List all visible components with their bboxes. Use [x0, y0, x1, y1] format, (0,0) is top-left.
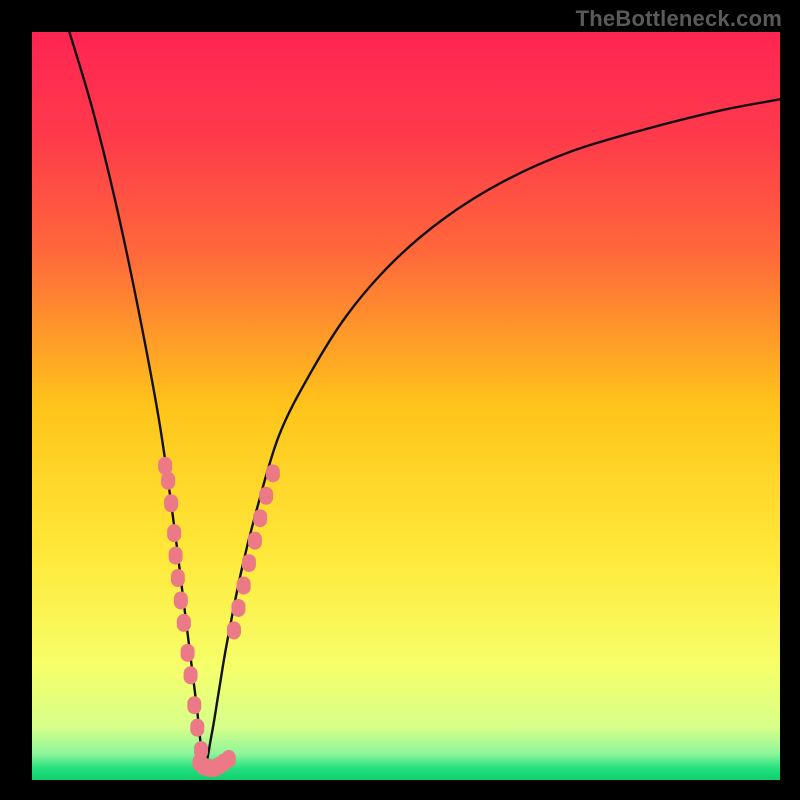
data-point — [181, 644, 195, 662]
data-point — [266, 464, 280, 482]
data-point — [167, 524, 181, 542]
data-point — [253, 509, 267, 527]
data-point — [237, 577, 251, 595]
data-point — [174, 591, 188, 609]
data-point — [171, 569, 185, 587]
data-point — [177, 614, 191, 632]
data-point — [231, 599, 245, 617]
chart-svg — [32, 32, 780, 780]
bottleneck-curve — [69, 32, 780, 766]
data-point — [164, 494, 178, 512]
watermark-text: TheBottleneck.com — [576, 6, 782, 32]
chart-frame: TheBottleneck.com — [0, 0, 800, 800]
data-point — [259, 487, 273, 505]
plot-area — [32, 32, 780, 780]
data-point — [169, 547, 183, 565]
data-point — [184, 666, 198, 684]
data-point — [190, 719, 204, 737]
data-point — [187, 696, 201, 714]
data-point — [242, 554, 256, 572]
data-point — [248, 532, 262, 550]
data-point — [222, 750, 236, 768]
data-point — [227, 621, 241, 639]
data-point — [161, 472, 175, 490]
